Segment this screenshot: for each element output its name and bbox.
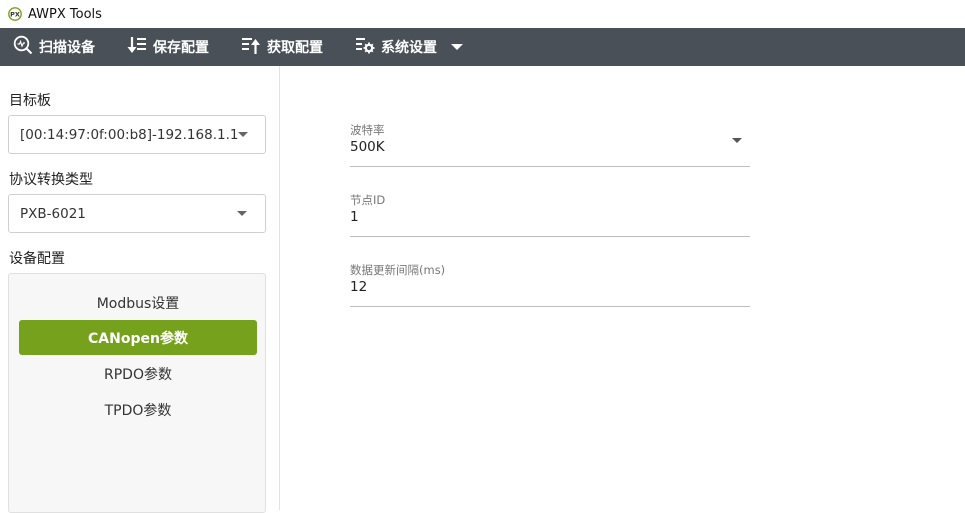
- app-logo-icon: PX: [8, 7, 22, 21]
- system-settings-button[interactable]: 系统设置: [355, 28, 469, 66]
- target-board-label: 目标板: [9, 93, 51, 109]
- device-config-label: 设备配置: [9, 251, 65, 267]
- protocol-type-select[interactable]: PXB-6021: [8, 194, 266, 233]
- app-title: AWPX Tools: [28, 6, 102, 22]
- protocol-type-value: PXB-6021: [20, 205, 86, 222]
- scan-icon: [13, 35, 39, 59]
- update-interval-value[interactable]: 12: [350, 279, 367, 295]
- settings-gear-icon: [355, 35, 381, 59]
- baud-rate-value: 500K: [350, 139, 385, 155]
- scan-devices-button[interactable]: 扫描设备: [13, 28, 95, 66]
- config-item-label: RPDO参数: [104, 366, 172, 383]
- download-icon: [127, 35, 153, 59]
- fetch-config-button[interactable]: 获取配置: [241, 28, 323, 66]
- update-interval-field[interactable]: 数据更新间隔(ms) 12: [350, 262, 750, 307]
- title-bar: PX AWPX Tools: [0, 0, 965, 28]
- chevron-down-icon: [237, 211, 247, 216]
- config-item-canopen[interactable]: CANopen参数: [19, 320, 257, 355]
- system-settings-label: 系统设置: [381, 40, 437, 56]
- config-item-label: Modbus设置: [96, 295, 180, 312]
- config-item-label: TPDO参数: [104, 402, 172, 419]
- config-item-modbus[interactable]: Modbus设置: [19, 285, 257, 320]
- baud-rate-select[interactable]: 波特率 500K: [350, 122, 750, 167]
- node-id-label: 节点ID: [350, 193, 386, 207]
- toolbar: 扫描设备 保存配置 获取配置 系统设置: [0, 28, 965, 66]
- chevron-down-icon: [732, 138, 742, 143]
- fetch-config-label: 获取配置: [267, 40, 323, 56]
- scan-devices-label: 扫描设备: [39, 40, 95, 56]
- node-id-field[interactable]: 节点ID 1: [350, 192, 750, 237]
- protocol-type-label: 协议转换类型: [9, 172, 93, 188]
- svg-text:PX: PX: [10, 11, 20, 19]
- chevron-down-icon[interactable]: [451, 39, 469, 55]
- chevron-down-icon: [238, 132, 248, 137]
- config-item-label: CANopen参数: [88, 330, 188, 347]
- target-board-value: [00:14:97:0f:00:b8]-192.168.1.136: [20, 126, 238, 143]
- config-item-tpdo[interactable]: TPDO参数: [19, 392, 257, 427]
- config-item-rpdo[interactable]: RPDO参数: [19, 356, 257, 391]
- update-interval-label: 数据更新间隔(ms): [350, 263, 446, 277]
- target-board-select[interactable]: [00:14:97:0f:00:b8]-192.168.1.136: [8, 115, 266, 154]
- save-config-button[interactable]: 保存配置: [127, 28, 209, 66]
- upload-icon: [241, 35, 267, 59]
- baud-rate-label: 波特率: [350, 123, 385, 137]
- left-panel: 目标板 [00:14:97:0f:00:b8]-192.168.1.136 协议…: [0, 66, 280, 513]
- device-config-list: Modbus设置 CANopen参数 RPDO参数 TPDO参数: [8, 273, 266, 513]
- node-id-value[interactable]: 1: [350, 209, 359, 225]
- save-config-label: 保存配置: [153, 40, 209, 56]
